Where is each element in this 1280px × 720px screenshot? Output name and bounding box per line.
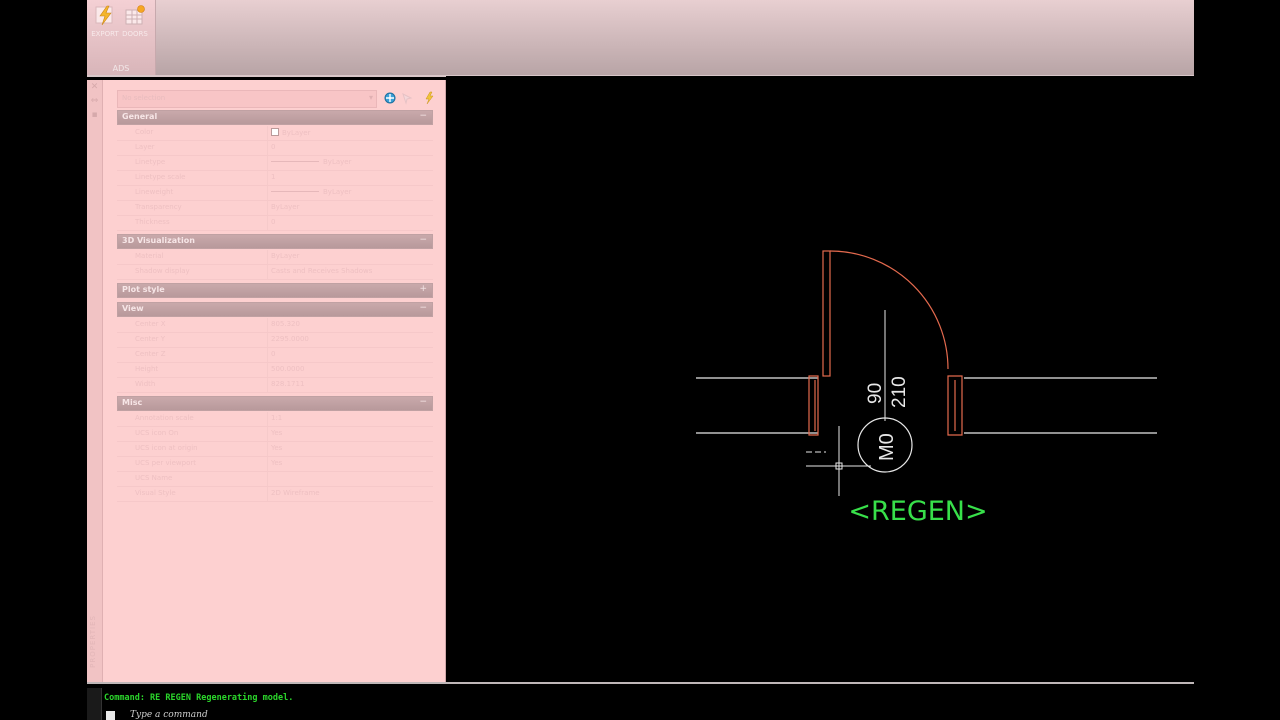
wall-left <box>696 377 818 434</box>
ribbon: EXPORT DOORS ADS <box>87 0 1194 77</box>
property-sections: General − Color ByLayer Layer 0 Linetype By… <box>117 110 433 502</box>
section-3d-visualization[interactable]: 3D Visualization − <box>117 234 433 249</box>
lightning-icon <box>95 5 113 26</box>
expand-icon[interactable]: + <box>419 284 427 294</box>
property-row[interactable]: Height 500.0000 <box>117 363 433 378</box>
selection-dropdown[interactable]: No selection ▾ <box>117 90 377 108</box>
chevron-down-icon: ▾ <box>368 93 373 102</box>
property-row[interactable]: Width 828.1711 <box>117 378 433 393</box>
command-history: Command: RE REGEN Regenerating model. <box>104 693 294 703</box>
drawing-canvas[interactable]: 90 210 M0 <REGEN> <box>446 76 1194 680</box>
property-row[interactable]: Center Y 2295.0000 <box>117 333 433 348</box>
collapse-icon[interactable]: − <box>419 397 427 407</box>
property-row[interactable]: Lineweight ByLayer <box>117 186 433 201</box>
property-row[interactable]: UCS icon On Yes <box>117 427 433 442</box>
property-row[interactable]: Shadow display Casts and Receives Shadows <box>117 265 433 280</box>
command-line-grip[interactable] <box>87 688 102 720</box>
section-misc[interactable]: Misc − <box>117 396 433 411</box>
dimension-height: 210 <box>889 376 910 408</box>
collapse-icon[interactable]: − <box>419 235 427 245</box>
dimension-width: 90 <box>865 383 886 404</box>
property-row[interactable]: Visual Style 2D Wireframe <box>117 487 433 502</box>
section-view[interactable]: View − <box>117 302 433 317</box>
door-frame-right <box>947 375 963 436</box>
toggle-pickadd-icon[interactable] <box>383 91 397 105</box>
property-row[interactable]: Center Z0 <box>117 348 433 363</box>
doors-button[interactable]: DOORS <box>121 4 149 40</box>
section-general[interactable]: General − <box>117 110 433 125</box>
property-row[interactable]: Material ByLayer <box>117 250 433 265</box>
ribbon-panel-title: ADS <box>112 64 130 73</box>
regen-status: <REGEN> <box>848 496 987 527</box>
property-row[interactable]: Annotation scale 1:1 <box>117 412 433 427</box>
property-row[interactable]: UCS per viewport Yes <box>117 457 433 472</box>
collapse-icon[interactable]: − <box>419 303 427 313</box>
property-row[interactable]: Linetype ByLayer <box>117 156 433 171</box>
close-icon[interactable]: ✕ <box>90 83 99 92</box>
command-input[interactable]: Type a command <box>106 710 406 720</box>
color-swatch <box>271 128 279 136</box>
palette-title: PROPERTIES <box>89 615 97 668</box>
property-row[interactable]: UCS icon at origin Yes <box>117 442 433 457</box>
property-row[interactable]: Transparency ByLayer <box>117 201 433 216</box>
property-row[interactable]: Center X 805.320 <box>117 318 433 333</box>
property-row[interactable]: Thickness 0 <box>117 216 433 231</box>
export-button[interactable]: EXPORT <box>91 4 119 40</box>
wall-right <box>964 377 1157 434</box>
property-row[interactable]: Linetype scale 1 <box>117 171 433 186</box>
palette-title-bar[interactable]: ✕ ⇔ ▪ PROPERTIES <box>87 80 103 682</box>
autocad-window: EXPORT DOORS ADS ✕ ⇔ ▪ PROPERTIES No sel… <box>87 0 1194 720</box>
property-row[interactable]: UCS Name <box>117 472 433 487</box>
palette-menu-icon[interactable]: ▪ <box>90 111 99 120</box>
auto-hide-icon[interactable]: ⇔ <box>90 97 99 106</box>
crosshair-cursor <box>806 426 871 496</box>
door-frame-left <box>808 375 819 436</box>
ribbon-panel-ads: EXPORT DOORS ADS <box>87 0 156 75</box>
linetype-preview <box>271 161 319 162</box>
properties-palette: ✕ ⇔ ▪ PROPERTIES No selection ▾ General … <box>87 80 446 682</box>
grid-sun-icon <box>125 5 145 25</box>
section-plot-style[interactable]: Plot style + <box>117 283 433 298</box>
collapse-icon[interactable]: − <box>419 111 427 121</box>
property-row[interactable]: Color ByLayer <box>117 126 433 141</box>
property-row[interactable]: Layer 0 <box>117 141 433 156</box>
command-customize-icon[interactable] <box>106 711 115 720</box>
quick-select-icon[interactable] <box>422 91 436 105</box>
select-objects-icon[interactable] <box>400 91 414 105</box>
command-line: Command: RE REGEN Regenerating model. Ty… <box>87 682 1194 720</box>
door-tag: M0 <box>876 433 898 461</box>
lineweight-preview <box>271 191 319 192</box>
